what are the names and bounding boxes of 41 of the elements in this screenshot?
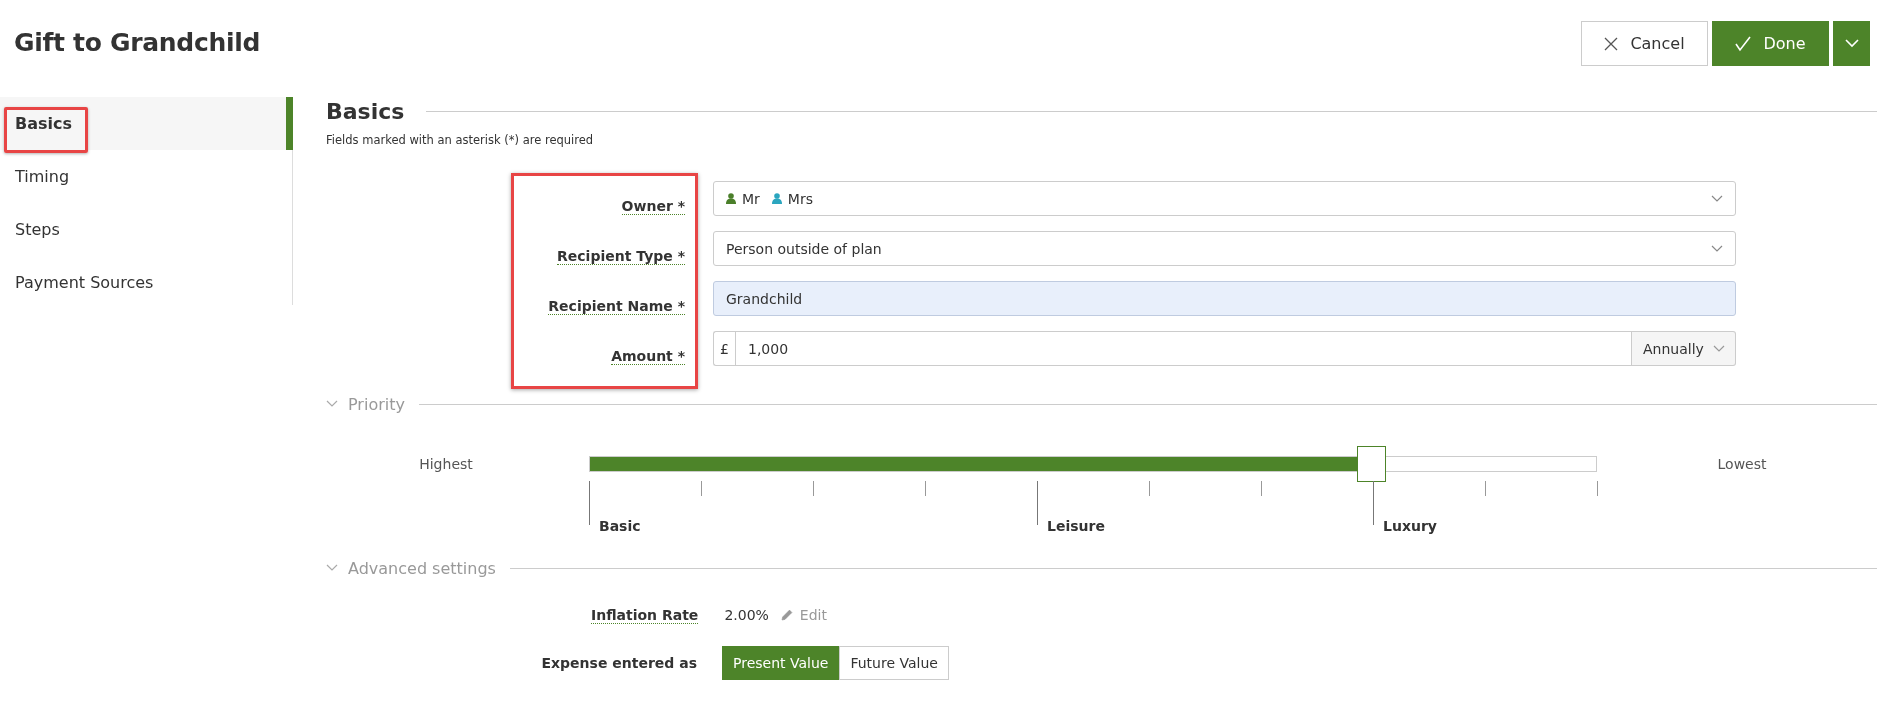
sidebar-item[interactable]: Steps — [0, 203, 292, 256]
recipient-name-field[interactable]: Grandchild — [713, 281, 1736, 316]
recipient-type-select[interactable]: Person outside of plan — [713, 231, 1736, 266]
slider-start-label: Highest — [418, 456, 474, 474]
frequency-select[interactable]: Annually — [1632, 331, 1736, 366]
slider-handle[interactable] — [1357, 446, 1387, 482]
field-label: Expense entered as — [540, 655, 697, 671]
more-options-button[interactable] — [1833, 21, 1870, 66]
sidebar-item[interactable]: Timing — [0, 150, 292, 203]
priority-level-label: Basic — [599, 518, 641, 534]
sidebar-item[interactable]: Basics — [0, 97, 293, 150]
field-label: Recipient Type * — [557, 247, 685, 265]
toggle-option[interactable]: Future Value — [839, 646, 949, 680]
required-note: Fields marked with an asterisk (*) are required — [326, 133, 595, 147]
inflation-value: 2.00% — [724, 607, 769, 623]
checkmark-icon — [1735, 35, 1752, 52]
field-label: Amount * — [611, 347, 685, 365]
pencil-icon[interactable] — [780, 609, 793, 621]
slider-end-label: Lowest — [1716, 456, 1768, 474]
chevron-down-icon[interactable] — [326, 400, 338, 408]
section-heading: Basics — [326, 98, 405, 124]
close-icon — [1604, 36, 1619, 51]
chevron-down-icon — [1711, 244, 1723, 253]
field-label: Owner * — [621, 197, 685, 215]
done-button[interactable]: Done — [1712, 21, 1829, 66]
cancel-button[interactable]: Cancel — [1581, 21, 1708, 66]
priority-level-label: Leisure — [1047, 518, 1105, 534]
field-label: Inflation Rate — [591, 606, 699, 624]
sidebar-item[interactable]: Payment Sources — [0, 256, 292, 309]
toggle-option[interactable]: Present Value — [722, 646, 840, 680]
chevron-down-icon — [1713, 344, 1725, 353]
chevron-down-icon — [1844, 39, 1859, 48]
amount-field[interactable]: 1,000 — [735, 331, 1632, 366]
owner-select[interactable]: Mr Mrs — [713, 181, 1736, 216]
priority-level-label: Luxury — [1383, 518, 1437, 534]
currency-prefix: £ — [713, 331, 735, 366]
page-title: Gift to Grandchild — [14, 28, 261, 57]
chevron-down-icon — [1711, 194, 1723, 203]
priority-slider[interactable] — [589, 446, 1597, 482]
field-label: Recipient Name * — [548, 297, 685, 315]
chevron-down-icon[interactable] — [326, 564, 338, 572]
